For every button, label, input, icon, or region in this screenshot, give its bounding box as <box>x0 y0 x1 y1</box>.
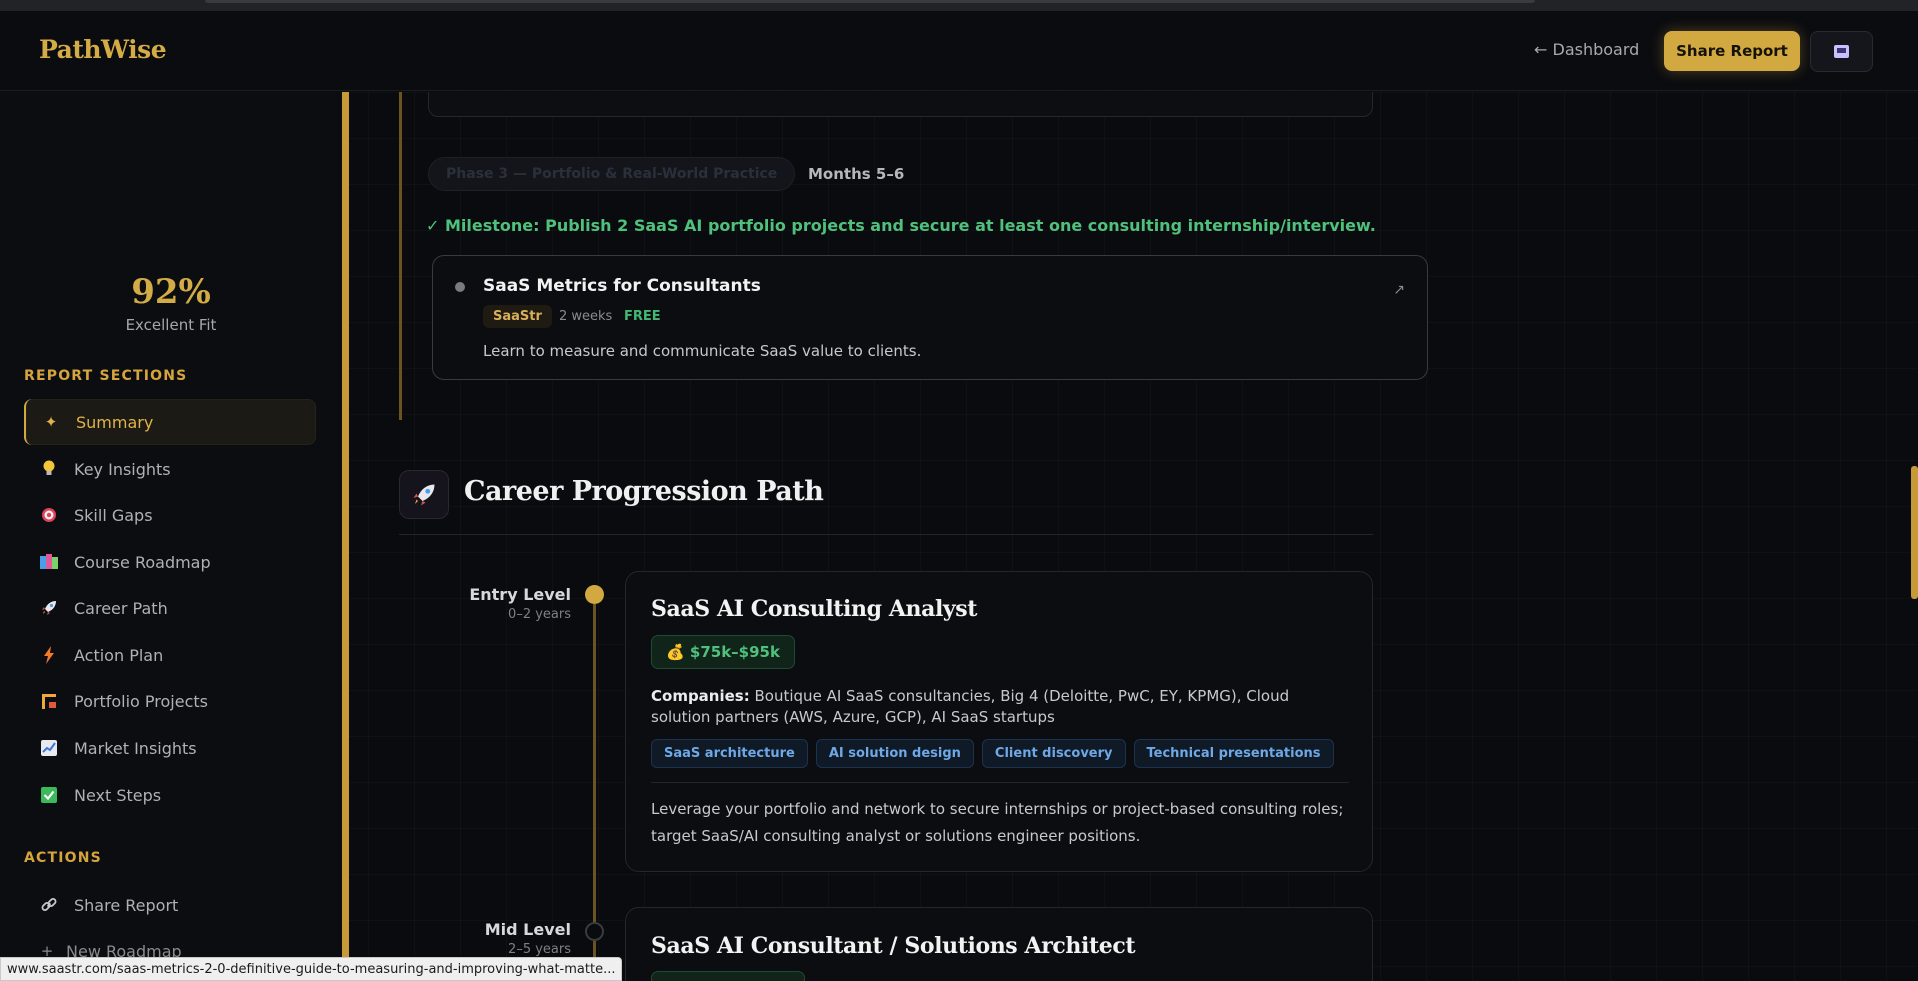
sidebar-accent-rail <box>342 92 349 962</box>
skill-tag: AI solution design <box>815 739 974 768</box>
skill-tag: Technical presentations <box>1133 739 1334 768</box>
course-provider-badge: SaaStr <box>483 305 552 328</box>
section-title: Career Progression Path <box>464 476 824 507</box>
role-divider <box>651 782 1349 783</box>
level-label-entry: Entry Level 0–2 years <box>411 585 571 622</box>
phase-pill: Phase 3 — Portfolio & Real-World Practic… <box>428 157 796 191</box>
lightbulb-icon <box>40 460 58 478</box>
books-icon <box>40 553 58 571</box>
role-card-entry: SaaS AI Consulting Analyst 💰 $75k–$95k C… <box>625 571 1373 872</box>
course-status-dot <box>455 282 465 292</box>
roadmap-timeline-rail <box>399 92 402 420</box>
previous-course-card <box>428 92 1373 117</box>
course-price: FREE <box>624 309 661 324</box>
action-share-report[interactable]: Share Report <box>24 882 316 928</box>
level-name: Entry Level <box>469 585 571 604</box>
link-icon <box>40 896 58 914</box>
skill-tag: Client discovery <box>981 739 1126 768</box>
role-description: Leverage your portfolio and network to s… <box>651 800 1344 845</box>
phase-milestone: ✓ Milestone: Publish 2 SaaS AI portfolio… <box>426 216 1376 235</box>
sidebar-item-skill-gaps[interactable]: Skill Gaps <box>24 492 316 538</box>
sidebar-item-label: Market Insights <box>74 738 197 758</box>
sidebar-item-label: Career Path <box>74 598 168 618</box>
section-divider <box>399 534 1373 535</box>
skill-tag: SaaS architecture <box>651 739 808 768</box>
rocket-icon <box>40 599 58 617</box>
sidebar-item-career-path[interactable]: Career Path <box>24 585 316 631</box>
print-button[interactable] <box>1810 31 1873 72</box>
salary-badge: 💰 $75k–$95k <box>651 635 795 669</box>
report-main: Phase 3 — Portfolio & Real-World Practic… <box>349 92 1918 981</box>
top-header: PathWise ← Dashboard Share Report <box>0 11 1918 91</box>
phase-months: Months 5–6 <box>808 165 905 183</box>
companies-label: Companies: <box>651 687 750 705</box>
sidebar-item-label: Next Steps <box>74 785 162 805</box>
role-card-mid: SaaS AI Consultant / Solutions Architect <box>625 907 1373 981</box>
sidebar-item-market-insights[interactable]: Market Insights <box>24 725 316 771</box>
sidebar: 92% Excellent Fit REPORT SECTIONS ✦ Summ… <box>0 92 342 981</box>
course-title: SaaS Metrics for Consultants <box>483 276 761 296</box>
course-duration: 2 weeks <box>559 309 613 324</box>
printer-icon <box>1834 45 1849 58</box>
sparkle-icon: ✦ <box>44 413 58 431</box>
rocket-icon <box>399 470 449 519</box>
sidebar-item-label: Course Roadmap <box>74 552 211 572</box>
browser-tab-strip <box>0 0 1918 11</box>
level-dot-active <box>585 585 604 604</box>
sidebar-item-summary[interactable]: ✦ Summary <box>24 399 316 445</box>
dashboard-link[interactable]: ← Dashboard <box>1534 40 1639 59</box>
sidebar-item-portfolio-projects[interactable]: Portfolio Projects <box>24 678 316 724</box>
level-name: Mid Level <box>484 920 571 939</box>
external-link-icon[interactable]: ↗ <box>1393 282 1405 298</box>
sidebar-item-label: Key Insights <box>74 459 171 479</box>
role-companies: Companies: Boutique AI SaaS consultancie… <box>651 686 1351 728</box>
page-scrollbar-thumb[interactable] <box>1911 466 1918 599</box>
sidebar-item-action-plan[interactable]: Action Plan <box>24 632 316 678</box>
role-title: SaaS AI Consultant / Solutions Architect <box>651 933 1136 959</box>
crane-icon <box>40 692 58 710</box>
course-card[interactable]: SaaS Metrics for Consultants SaaStr 2 we… <box>432 255 1428 380</box>
level-dot-inactive <box>585 922 604 941</box>
action-label: Share Report <box>74 895 179 915</box>
browser-status-bar: www.saastr.com/saas-metrics-2-0-definiti… <box>0 957 623 981</box>
level-years: 2–5 years <box>508 942 571 957</box>
level-label-mid: Mid Level 2–5 years <box>411 920 571 957</box>
sidebar-item-key-insights[interactable]: Key Insights <box>24 446 316 492</box>
sidebar-item-label: Action Plan <box>74 645 164 665</box>
sidebar-item-label: Summary <box>76 412 154 432</box>
level-years: 0–2 years <box>508 607 571 622</box>
course-description: Learn to measure and communicate SaaS va… <box>483 342 922 360</box>
share-report-button[interactable]: Share Report <box>1664 31 1800 71</box>
target-icon <box>40 506 58 524</box>
fit-score-value: 92% <box>131 272 211 312</box>
sidebar-item-next-steps[interactable]: Next Steps <box>24 772 316 818</box>
fit-score-label: Excellent Fit <box>125 316 217 334</box>
lightning-icon <box>40 646 58 664</box>
chart-icon <box>40 739 58 757</box>
sidebar-item-label: Skill Gaps <box>74 505 153 525</box>
checkbox-icon <box>40 786 58 804</box>
role-title: SaaS AI Consulting Analyst <box>651 596 978 622</box>
actions-heading: ACTIONS <box>24 850 102 866</box>
fit-score: 92% Excellent Fit <box>0 272 342 334</box>
app-logo[interactable]: PathWise <box>39 35 167 64</box>
sidebar-item-label: Portfolio Projects <box>74 691 208 711</box>
salary-badge <box>651 971 805 981</box>
sidebar-item-course-roadmap[interactable]: Course Roadmap <box>24 539 316 585</box>
skill-tags: SaaS architecture AI solution design Cli… <box>651 739 1334 768</box>
report-sections-heading: REPORT SECTIONS <box>24 368 188 384</box>
